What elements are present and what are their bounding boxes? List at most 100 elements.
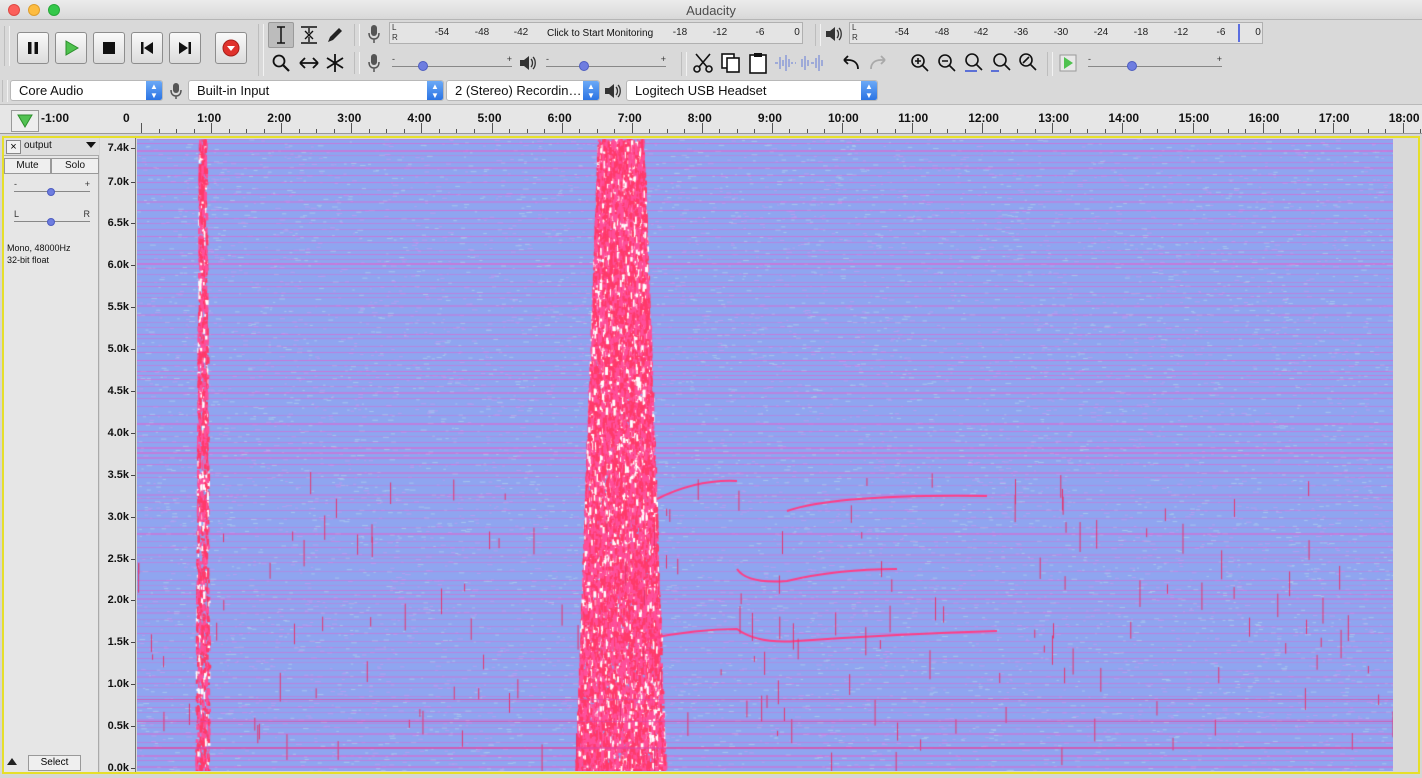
spectrogram-view[interactable]: [137, 139, 1393, 771]
slider-minus-label: -: [392, 54, 395, 64]
timeline-minor-tick: [386, 129, 388, 133]
recording-volume-icon-wrap: [362, 52, 386, 74]
timeline-minor-tick: [859, 129, 861, 133]
toolbars: L R -54 -48 -42 Click to Start Monitorin…: [0, 20, 1422, 104]
recording-device-value: Built-in Input: [197, 83, 270, 98]
timeline-minor-tick: [754, 129, 756, 133]
select-track-button[interactable]: Select: [28, 755, 81, 771]
timeline-minor-tick: [1174, 129, 1176, 133]
playback-speed-slider[interactable]: - +: [1088, 54, 1222, 72]
frequency-tick: [131, 558, 135, 560]
timeline-minor-tick: [1315, 129, 1317, 133]
playback-device-select[interactable]: Logitech USB Headset ▲ ▼: [626, 80, 878, 101]
device-toolbar-grip[interactable]: [2, 80, 8, 102]
skip-to-start-button[interactable]: [131, 32, 163, 64]
slider-knob[interactable]: [579, 61, 589, 71]
zoom-toggle-button[interactable]: [1015, 50, 1041, 76]
slider-knob[interactable]: [418, 61, 428, 71]
slider-knob[interactable]: [47, 218, 55, 226]
slider-knob[interactable]: [1127, 61, 1137, 71]
playback-volume-slider[interactable]: - +: [546, 54, 666, 72]
timeline-minor-tick: [947, 129, 949, 133]
undo-button[interactable]: [838, 50, 864, 76]
stop-button[interactable]: [93, 32, 125, 64]
timeline-minor-tick: [929, 129, 931, 133]
slider-knob[interactable]: [47, 188, 55, 196]
zoom-out-button[interactable]: [934, 50, 960, 76]
recording-volume-slider[interactable]: - +: [392, 54, 512, 72]
time-shift-tool[interactable]: [296, 50, 322, 76]
track-pan-slider[interactable]: L R: [14, 209, 90, 227]
record-level-meter[interactable]: L R -54 -48 -42 Click to Start Monitorin…: [389, 22, 803, 44]
track-gain-slider[interactable]: - +: [14, 179, 90, 197]
timeline-minor-tick: [1297, 129, 1299, 133]
skip-to-end-button[interactable]: [169, 32, 201, 64]
timeline-tick: [421, 123, 423, 133]
timeline-tick: [491, 123, 493, 133]
record-tick: -54: [434, 27, 450, 38]
mixer-toolbar-grip[interactable]: [354, 52, 360, 74]
transport-toolbar-grip[interactable]: [4, 26, 10, 66]
play-button[interactable]: [55, 32, 87, 64]
spectrogram-canvas[interactable]: [137, 139, 1393, 771]
playback-meter-grip[interactable]: [815, 24, 821, 46]
frequency-label: 1.0k: [107, 678, 129, 691]
play-icon: [1059, 54, 1077, 72]
playback-meter-button[interactable]: [822, 23, 846, 45]
frequency-label: 3.5k: [107, 468, 129, 481]
zoom-tool[interactable]: [268, 50, 294, 76]
track-menu-dropdown-icon[interactable]: [86, 142, 96, 148]
recording-device-select[interactable]: Built-in Input ▲ ▼: [188, 80, 444, 101]
mute-button[interactable]: Mute: [4, 158, 51, 174]
timeline-ruler[interactable]: -1:00 0 1:00 2:00 3:00 4:00 5:00 6:00 7:00 8:00 9:…: [0, 104, 1422, 134]
record-meter-grip[interactable]: [354, 24, 360, 46]
playback-level-meter[interactable]: L R -54 -48 -42 -36 -30 -24 -18 -12 -6 0: [849, 22, 1263, 44]
redo-button[interactable]: [865, 50, 891, 76]
envelope-tool[interactable]: [296, 22, 322, 48]
frequency-tick: [131, 390, 135, 392]
tools-toolbar-grip[interactable]: [258, 24, 264, 76]
playback-tick: -54: [894, 27, 910, 38]
silence-icon: [801, 55, 823, 71]
record-button[interactable]: [215, 32, 247, 64]
fit-selection-button[interactable]: [961, 50, 987, 76]
zoom-in-button[interactable]: [907, 50, 933, 76]
track-name[interactable]: output: [24, 140, 52, 151]
silence-audio-button[interactable]: [799, 50, 825, 76]
recording-channels-select[interactable]: 2 (Stereo) Recordin… ▲ ▼: [446, 80, 600, 101]
timeline-tick: [141, 123, 142, 133]
record-meter-button[interactable]: [362, 23, 386, 45]
cut-button[interactable]: [690, 50, 716, 76]
selection-tool[interactable]: [268, 22, 294, 48]
timeline-label: 6:00: [547, 111, 572, 125]
timeline-tick: [1052, 123, 1054, 133]
collapse-track-icon[interactable]: [7, 758, 17, 765]
monitor-prompt[interactable]: Click to Start Monitoring: [545, 28, 656, 39]
audio-host-select[interactable]: Core Audio ▲ ▼: [10, 80, 163, 101]
timeline-minor-tick: [999, 129, 1001, 133]
timeline-quick-play-button[interactable]: [11, 110, 39, 132]
timeline-minor-tick: [473, 129, 475, 133]
zoom-in-icon: [911, 54, 929, 72]
fit-project-button[interactable]: [988, 50, 1014, 76]
play-at-speed-button[interactable]: [1055, 50, 1081, 76]
timeline-minor-tick: [806, 129, 808, 133]
copy-button[interactable]: [718, 50, 744, 76]
play-icon: [65, 40, 79, 56]
trim-audio-button[interactable]: [772, 50, 798, 76]
pan-right-label: R: [83, 209, 91, 219]
recording-channels-value: 2 (Stereo) Recordin…: [455, 83, 582, 98]
frequency-tick: [131, 265, 135, 267]
frequency-axis[interactable]: 7.4k 7.0k 6.5k 6.0k 5.5k 5.0k 4.5k 4.0k 3.5k 3.0k…: [100, 138, 136, 774]
edit-toolbar-grip[interactable]: [681, 52, 687, 76]
microphone-icon: [368, 54, 380, 72]
pause-button[interactable]: [17, 32, 49, 64]
paste-button[interactable]: [745, 50, 771, 76]
draw-tool[interactable]: [322, 22, 348, 48]
multi-tool[interactable]: [322, 50, 348, 76]
solo-button[interactable]: Solo: [51, 158, 99, 174]
close-track-button[interactable]: ×: [6, 140, 21, 154]
timeline-minor-tick: [1350, 129, 1352, 133]
play-at-speed-grip[interactable]: [1047, 52, 1053, 76]
timeline-minor-tick: [789, 129, 791, 133]
